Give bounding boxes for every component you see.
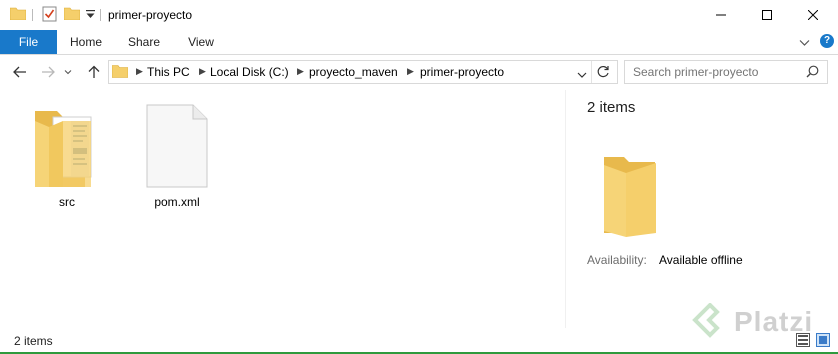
breadcrumb-separator[interactable]: ▶ xyxy=(136,66,143,77)
separator xyxy=(32,9,33,21)
separator xyxy=(100,9,101,21)
availability-label: Availability: xyxy=(587,253,647,267)
up-arrow-icon xyxy=(88,65,100,78)
separator xyxy=(591,61,592,83)
search-box[interactable] xyxy=(624,60,828,84)
file-name[interactable]: pom.xml xyxy=(127,195,227,209)
availability-value: Available offline xyxy=(659,253,743,267)
minimize-icon xyxy=(716,14,726,16)
address-dropdown-icon[interactable] xyxy=(577,68,587,82)
back-arrow-icon xyxy=(13,66,26,78)
navigation-bar: ▶ This PC ▶ Local Disk (C:) ▶ proyecto_m… xyxy=(0,55,838,89)
file-name[interactable]: src xyxy=(17,195,117,209)
maximize-button[interactable] xyxy=(744,0,790,30)
tab-file[interactable]: File xyxy=(0,30,57,54)
close-button[interactable] xyxy=(790,0,836,30)
customize-toolbar-icon[interactable] xyxy=(86,9,95,23)
up-button[interactable] xyxy=(86,64,102,80)
file-list-pane[interactable]: src pom.xml xyxy=(0,90,565,328)
breadcrumb-separator[interactable]: ▶ xyxy=(199,66,206,77)
expand-ribbon-icon[interactable] xyxy=(799,36,810,50)
title-bar: primer-proyecto xyxy=(0,0,838,30)
properties-icon[interactable] xyxy=(42,6,57,25)
refresh-icon[interactable] xyxy=(597,65,610,81)
file-icon xyxy=(146,104,208,188)
platzi-logo-icon xyxy=(692,302,728,346)
folder-icon xyxy=(35,111,92,187)
breadcrumb-proyecto-maven[interactable]: proyecto_maven xyxy=(309,65,398,79)
address-bar[interactable]: ▶ This PC ▶ Local Disk (C:) ▶ proyecto_m… xyxy=(108,60,618,84)
folder-icon xyxy=(111,64,129,81)
breadcrumb-separator[interactable]: ▶ xyxy=(297,66,304,77)
new-folder-icon[interactable] xyxy=(63,7,81,23)
minimize-button[interactable] xyxy=(698,0,744,30)
breadcrumb-separator[interactable]: ▶ xyxy=(407,66,414,77)
status-item-count: 2 items xyxy=(14,334,53,348)
breadcrumb-local-disk[interactable]: Local Disk (C:) xyxy=(210,65,289,79)
chevron-down-icon xyxy=(64,70,72,75)
details-pane: 2 items Availability: Available offline xyxy=(566,90,838,328)
details-item-count: 2 items xyxy=(587,99,636,116)
search-icon[interactable] xyxy=(806,65,819,81)
list-item-pom-xml[interactable] xyxy=(146,104,208,188)
tab-home[interactable]: Home xyxy=(63,30,109,54)
back-button[interactable] xyxy=(12,64,28,80)
watermark-text: Platzi xyxy=(734,306,814,337)
recent-locations-button[interactable] xyxy=(63,64,73,80)
large-icons-view-icon[interactable] xyxy=(816,333,830,350)
window-title: primer-proyecto xyxy=(108,8,193,22)
help-icon[interactable]: ? xyxy=(820,34,834,48)
list-item-src[interactable] xyxy=(33,103,101,193)
close-icon xyxy=(808,10,818,20)
ribbon: File Home Share View ? xyxy=(0,30,838,55)
tab-view[interactable]: View xyxy=(178,30,224,54)
folder-icon xyxy=(602,155,662,242)
folder-icon[interactable] xyxy=(9,7,27,23)
search-input[interactable] xyxy=(633,64,793,79)
forward-button[interactable] xyxy=(40,64,56,80)
tab-share[interactable]: Share xyxy=(121,30,167,54)
forward-arrow-icon xyxy=(42,66,55,78)
breadcrumb-primer-proyecto[interactable]: primer-proyecto xyxy=(420,65,504,79)
maximize-icon xyxy=(762,10,772,20)
breadcrumb-this-pc[interactable]: This PC xyxy=(147,65,190,79)
